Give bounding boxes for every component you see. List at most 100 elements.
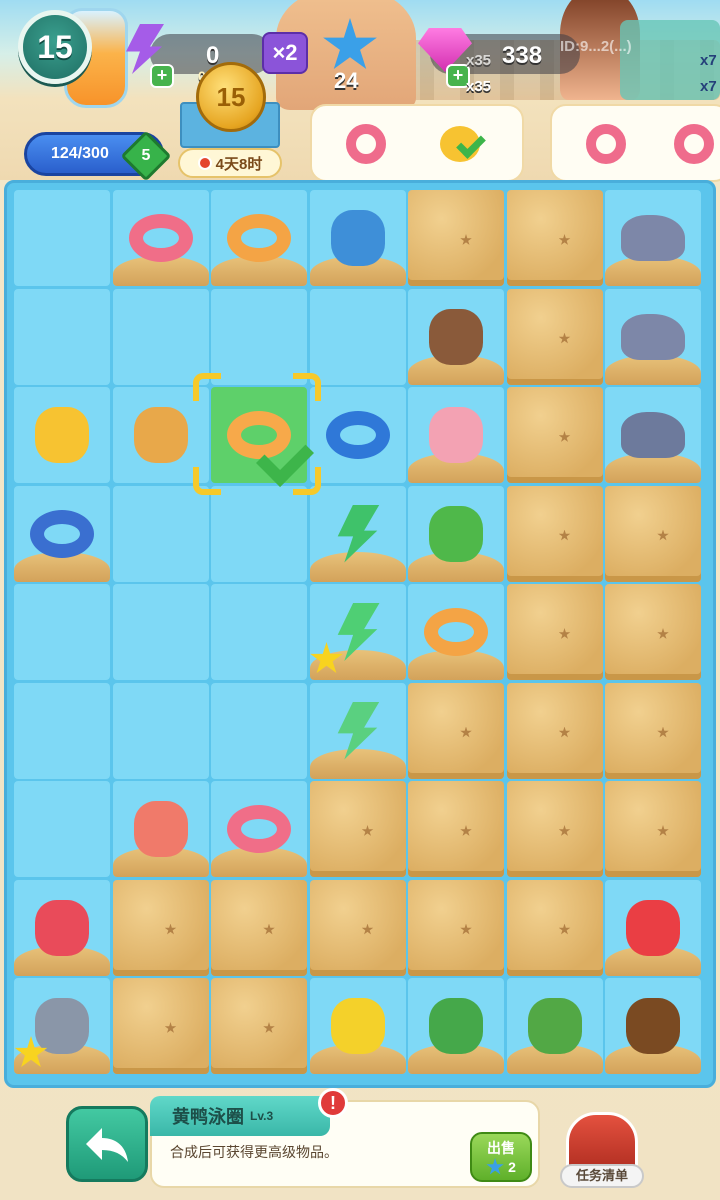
board-cell[interactable]	[211, 682, 307, 779]
seed-shape	[626, 998, 680, 1054]
board-cell[interactable]	[408, 288, 504, 385]
parrot-blue-icon	[324, 204, 392, 272]
star-icon	[486, 1158, 504, 1175]
rock-plant-icon	[619, 401, 687, 469]
board-cell[interactable]	[14, 387, 110, 483]
board-cell[interactable]	[112, 682, 209, 779]
rock-shape	[621, 313, 685, 360]
board-cell[interactable]	[211, 190, 307, 286]
board-cell[interactable]	[14, 879, 110, 976]
event-coin-icon[interactable]: 15	[196, 62, 266, 132]
board-cell[interactable]	[112, 584, 209, 680]
board-cell[interactable]	[309, 485, 406, 582]
add-energy-button[interactable]: +	[150, 64, 174, 88]
bolt-bush-shape	[337, 701, 380, 760]
sand-cell[interactable]	[211, 978, 307, 1074]
ring-blue-shape	[227, 214, 291, 262]
sand-star-icon	[263, 923, 275, 935]
player-level-badge[interactable]: 15	[18, 10, 92, 84]
sand-star-icon	[657, 628, 669, 639]
sand-cell[interactable]	[506, 682, 603, 779]
board-cell[interactable]	[14, 781, 110, 877]
board-cell[interactable]	[112, 485, 209, 582]
sand-cell[interactable]	[309, 781, 406, 877]
sand-cell[interactable]	[506, 387, 603, 483]
sell-button[interactable]: 出售 2	[470, 1132, 532, 1182]
sand-cell[interactable]	[506, 485, 603, 582]
sand-cell[interactable]	[408, 879, 504, 976]
board-cell[interactable]	[309, 288, 406, 385]
selection-corner	[193, 373, 221, 401]
sand-cell[interactable]	[211, 879, 307, 976]
watering-can-icon	[324, 401, 392, 469]
sand-cell[interactable]	[112, 978, 209, 1074]
board-cell[interactable]	[309, 387, 406, 483]
sand-cell[interactable]	[408, 190, 504, 286]
board-cell[interactable]	[14, 682, 110, 779]
board-cell[interactable]	[605, 190, 701, 286]
right-count-2: x7	[700, 78, 717, 95]
sand-cell[interactable]	[506, 879, 603, 976]
board-cell[interactable]	[211, 781, 307, 877]
board-cell[interactable]	[112, 190, 209, 286]
sand-cell[interactable]	[506, 288, 603, 385]
sand-cell[interactable]	[408, 682, 504, 779]
alert-icon[interactable]: !	[318, 1088, 348, 1118]
sand-cell[interactable]	[408, 781, 504, 877]
duck-icon	[28, 401, 96, 469]
board-cell[interactable]	[211, 288, 307, 385]
sand-star-icon	[361, 923, 374, 935]
gems-side-count-2: x35	[466, 78, 492, 95]
board-cell[interactable]	[408, 584, 504, 680]
event-timer: 4天8时	[178, 148, 282, 178]
ring-pink-icon	[127, 204, 195, 272]
sand-cell[interactable]	[506, 190, 603, 286]
board-cell[interactable]	[605, 288, 701, 385]
sand-star-icon	[558, 234, 571, 245]
sand-cell[interactable]	[605, 682, 701, 779]
board-cell[interactable]	[14, 485, 110, 582]
sand-star-icon	[657, 529, 669, 541]
board-cell[interactable]	[605, 879, 701, 976]
task-card-1[interactable]	[310, 104, 524, 182]
board-cell[interactable]	[14, 190, 110, 286]
whale-ring-shape	[30, 509, 94, 558]
duck-shape	[35, 407, 89, 463]
board-cell[interactable]	[211, 485, 307, 582]
sand-star-icon	[558, 825, 571, 836]
player-id: ID:9...2(...)	[560, 38, 632, 55]
sand-cell[interactable]	[506, 781, 603, 877]
board-cell[interactable]	[408, 387, 504, 483]
rock-icon	[619, 204, 687, 272]
board-cell[interactable]	[112, 288, 209, 385]
whale-ring-icon	[28, 500, 96, 568]
sell-price: 2	[508, 1159, 516, 1175]
board-cell[interactable]	[605, 978, 701, 1074]
sand-cell[interactable]	[112, 879, 209, 976]
item-level: Lv.3	[250, 1109, 274, 1123]
sand-cell[interactable]	[309, 879, 406, 976]
board-cell[interactable]	[309, 190, 406, 286]
multiplier-button[interactable]: ×2	[262, 32, 308, 74]
board-cell[interactable]	[506, 978, 603, 1074]
board-cell[interactable]	[605, 387, 701, 483]
task-card-2[interactable]	[550, 104, 720, 182]
xp-text: 124/300	[51, 145, 109, 162]
sand-cell[interactable]	[506, 584, 603, 680]
board-cell[interactable]	[309, 978, 406, 1074]
board-cell[interactable]	[408, 978, 504, 1074]
board-cell[interactable]	[14, 584, 110, 680]
sand-cell[interactable]	[605, 781, 701, 877]
board-cell[interactable]	[211, 584, 307, 680]
back-button[interactable]	[66, 1106, 148, 1182]
board-cell[interactable]	[408, 485, 504, 582]
sand-star-icon	[164, 923, 177, 935]
player-level-text: 15	[37, 28, 73, 65]
sand-cell[interactable]	[605, 485, 701, 582]
parrot-green-shape	[429, 505, 483, 562]
sand-cell[interactable]	[605, 584, 701, 680]
board-cell[interactable]	[309, 682, 406, 779]
board-cell[interactable]	[14, 288, 110, 385]
sand-star-icon	[361, 825, 374, 836]
board-cell[interactable]	[112, 781, 209, 877]
